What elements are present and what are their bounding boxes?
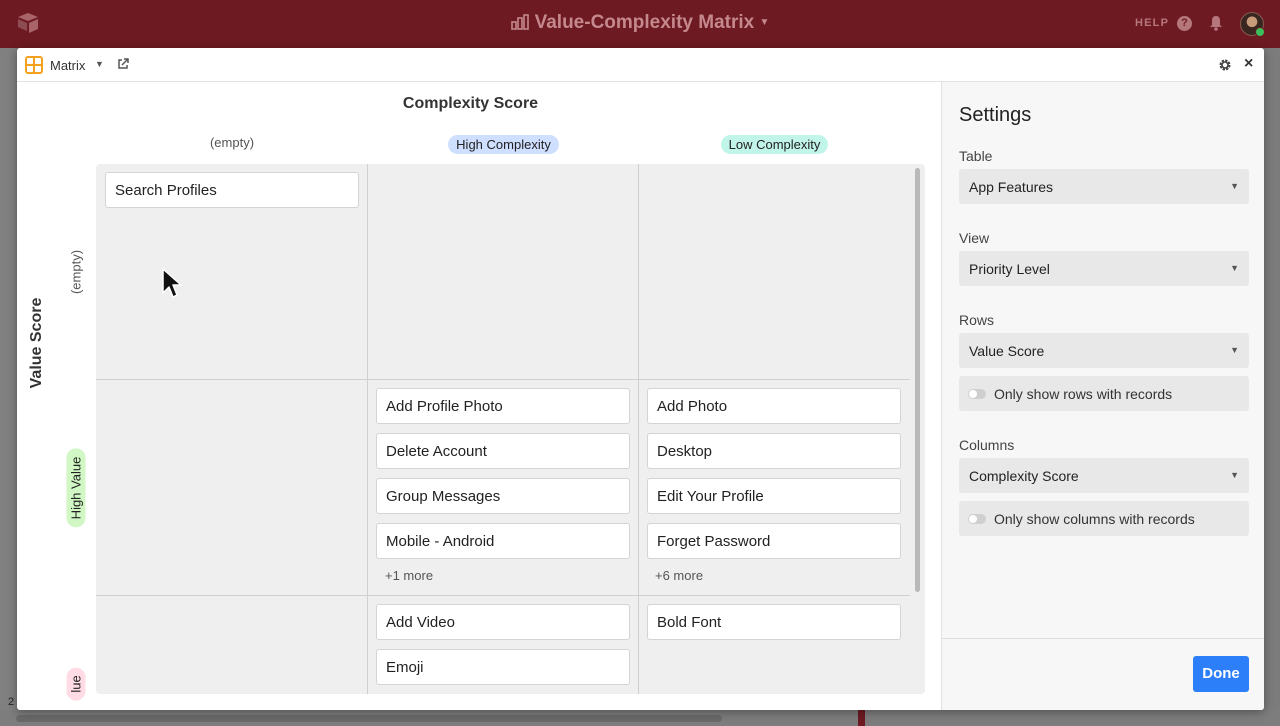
column-header-label: High Complexity [448,135,559,154]
row-header-label: (empty) [68,249,84,295]
rows-select-value: Value Score [969,343,1045,359]
settings-title: Settings [959,104,1032,126]
record-card[interactable]: Add Profile Photo [376,388,630,424]
record-card[interactable]: Edit Your Profile [647,478,901,514]
bell-icon[interactable] [1209,15,1223,31]
record-card[interactable]: Forget Password [647,523,901,559]
horizontal-scrollbar[interactable] [16,715,722,722]
row-divider [96,595,910,596]
chevron-down-icon: ▼ [1230,470,1239,480]
app-name[interactable]: Matrix [50,58,85,73]
table-select-value: App Features [969,179,1054,195]
columns-select[interactable]: Complexity Score ▼ [959,458,1249,493]
column-header-label: Low Complexity [720,135,829,154]
view-select-value: Priority Level [969,261,1050,277]
matrix-grid: Search Profiles Add Profile Photo Delete… [96,164,925,694]
record-card[interactable]: Add Photo [647,388,901,424]
column-divider [367,164,368,694]
record-card[interactable]: Emoji [376,649,630,685]
chevron-down-icon: ▼ [1230,263,1239,273]
background-accent [858,710,865,726]
chevron-down-icon: ▼ [759,17,770,28]
row-field-title: Value Score [28,297,45,389]
record-card[interactable]: Search Profiles [105,172,359,208]
table-label: Table [959,148,993,164]
chevron-down-icon: ▼ [1230,345,1239,355]
column-header-label: (empty) [209,135,255,150]
record-card[interactable]: Add Video [376,604,630,640]
view-label: View [959,230,990,246]
base-title-text: Value-Complexity Matrix [534,12,755,33]
dialog-header: Matrix ▼ × [17,48,1264,82]
bar-chart-icon [510,14,529,30]
matrix-dialog: Matrix ▼ × Complexity Score Value Score … [17,48,1264,710]
row-header-label: High Value [66,448,86,528]
open-external-icon[interactable] [117,58,129,70]
column-header-empty: (empty) [96,135,368,153]
app-topbar: Value-Complexity Matrix ▼ HELP ? [0,0,1280,48]
base-title[interactable]: Value-Complexity Matrix ▼ [0,12,1280,34]
toggle-switch[interactable] [968,389,986,399]
user-avatar[interactable] [1240,12,1265,37]
matrix-app-icon [25,56,43,74]
toggle-label: Only show rows with records [994,386,1173,402]
help-icon[interactable]: ? [1177,16,1192,31]
footer-divider [942,638,1264,639]
done-button[interactable]: Done [1193,656,1249,692]
more-records-link[interactable]: +1 more [385,568,433,583]
row-divider [96,379,910,380]
record-card[interactable]: Bold Font [647,604,901,640]
columns-with-records-toggle[interactable]: Only show columns with records [959,501,1249,536]
rows-select[interactable]: Value Score ▼ [959,333,1249,368]
column-divider [638,164,639,694]
chevron-down-icon[interactable]: ▼ [95,59,104,69]
view-select[interactable]: Priority Level ▼ [959,251,1249,286]
rows-with-records-toggle[interactable]: Only show rows with records [959,376,1249,411]
toggle-label: Only show columns with records [994,511,1195,527]
settings-panel: Settings Table App Features ▼ View Priori… [941,82,1264,710]
row-header-label: lue [66,667,86,701]
help-link[interactable]: HELP [1135,17,1169,29]
close-icon[interactable]: × [1244,55,1253,73]
record-card[interactable]: Mobile - Android [376,523,630,559]
vertical-scrollbar[interactable] [915,168,920,592]
table-select[interactable]: App Features ▼ [959,169,1249,204]
gear-icon[interactable] [1218,58,1232,72]
rows-label: Rows [959,312,995,328]
columns-label: Columns [959,437,1015,453]
row-number: 2 [8,696,15,708]
column-field-title: Complexity Score [402,95,539,112]
record-card[interactable]: Delete Account [376,433,630,469]
more-records-link[interactable]: +6 more [655,568,703,583]
record-card[interactable]: Desktop [647,433,901,469]
toggle-switch[interactable] [968,514,986,524]
chevron-down-icon: ▼ [1230,181,1239,191]
column-header-high-complexity: High Complexity [368,135,639,154]
page-bottom-edge [0,710,1280,726]
record-card[interactable]: Group Messages [376,478,630,514]
columns-select-value: Complexity Score [969,468,1079,484]
page-left-edge: 2 [0,48,16,726]
column-header-low-complexity: Low Complexity [639,135,910,154]
mouse-cursor-icon [162,268,182,298]
